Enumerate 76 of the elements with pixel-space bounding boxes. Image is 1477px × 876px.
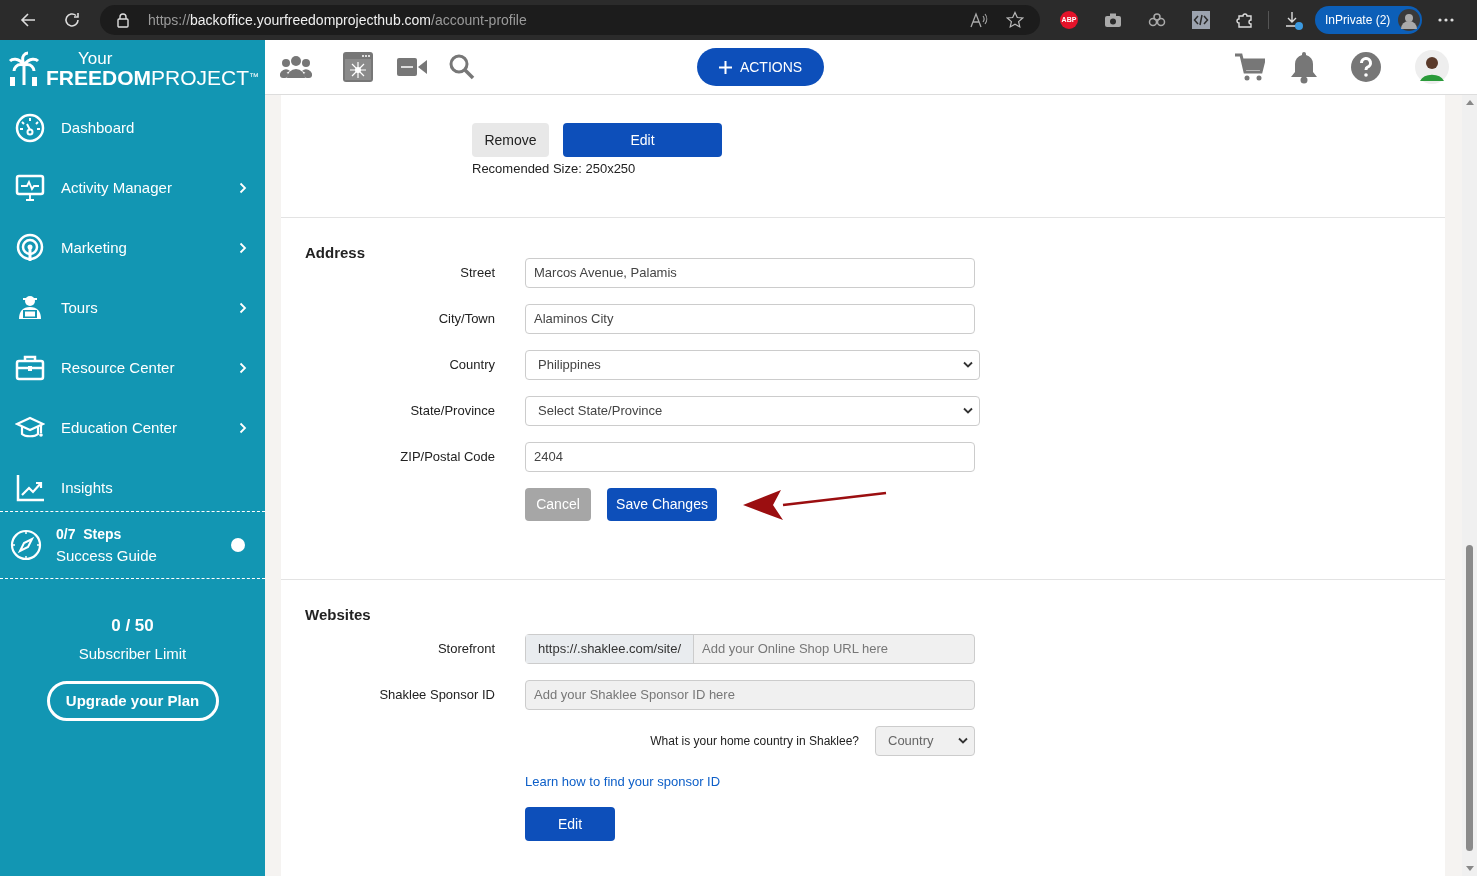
url-prefix: https://.shaklee.com/site/ [526,634,695,663]
network-window-icon[interactable] [343,52,373,82]
star-icon[interactable] [1006,11,1024,29]
chevron-down-icon [963,407,973,414]
help-icon[interactable] [1351,52,1381,82]
country-dropdown[interactable]: Country [875,725,975,756]
palm-tree-logo-icon[interactable] [8,51,40,87]
section-title: Address [305,243,367,263]
plus-icon [718,60,732,74]
field-label: Country [448,355,495,374]
more-icon[interactable] [1438,17,1455,23]
field-label: Street [459,263,495,282]
line-chart-icon [15,473,45,503]
bell-icon[interactable] [1289,50,1319,84]
brand-logo[interactable]: Your FREEDOMPROJECT$^{™}$ [46,50,259,88]
dropdown[interactable]: Philippines [525,349,980,380]
reload-icon[interactable] [62,10,82,30]
chevron-down-icon [958,737,968,744]
profile-avatar-icon [1398,9,1421,31]
field-label: ZIP/Postal Code [399,447,495,466]
scrollbar-thumb[interactable] [1466,545,1473,851]
inprivate-button[interactable]: InPrivate (2) [1315,6,1423,34]
search-icon[interactable] [449,54,475,80]
text-field[interactable]: Marcos Avenue, Palamis [525,257,975,288]
field-label: State/Province [409,401,495,420]
remove-button[interactable]: Remove [472,123,549,157]
success-guide-item[interactable]: 0/7 Steps Success Guide [0,511,265,579]
puzzle-icon[interactable] [1236,11,1254,29]
link-chain-icon[interactable] [1148,13,1166,27]
scroll-up-icon[interactable] [1465,99,1474,105]
text-field[interactable]: Alaminos City [525,303,975,334]
steps-count: 0/7 Steps [56,525,123,544]
url-text: https://backoffice.yourfreedomprojecthub.com/account-profile [148,10,527,30]
camera-icon[interactable] [1104,12,1122,28]
broadcast-icon [15,233,45,263]
sidebar-menu-item[interactable]: Activity Manager [0,158,265,218]
actions-button[interactable]: ACTIONS [697,48,824,86]
sponsor-id-field[interactable]: Add your Shaklee Sponsor ID here [525,679,975,710]
sidebar-menu-item[interactable]: Tours [0,278,265,338]
compass-icon [10,529,42,561]
edit-websites-button[interactable]: Edit [525,807,615,841]
shopping-cart-icon[interactable] [1235,52,1265,82]
storefront-url-field[interactable]: https://.shaklee.com/site/ Add your Online Shop URL here [525,633,975,664]
success-guide-label: Success Guide [56,546,158,566]
dropdown[interactable]: Select State/Province [525,395,980,426]
save-changes-button[interactable]: Save Changes [607,488,717,521]
field-label: City/Town [437,309,495,328]
download-icon[interactable] [1283,10,1303,30]
scrollbar[interactable] [1462,95,1477,876]
subscriber-count: 0 / 50 [111,615,154,637]
sidebar-menu-item[interactable]: Resource Center [0,338,265,398]
upgrade-plan-button[interactable]: Upgrade your Plan [46,681,219,721]
text-field[interactable]: 2404 [525,441,975,472]
lock-icon [116,12,130,28]
subscriber-limit-label: Subscriber Limit [78,643,187,664]
briefcase-icon [15,353,45,383]
people-group-icon[interactable] [280,54,312,80]
monitor-icon [15,173,45,203]
user-avatar-icon[interactable] [1415,50,1449,84]
field-label: Storefront [436,639,495,658]
address-bar[interactable]: https://backoffice.yourfreedomprojecthub.com/account-profile [100,5,1040,35]
gauge-icon [15,113,45,143]
section-title: Websites [305,605,372,625]
sponsor-id-help-link[interactable]: Learn how to find your sponsor ID [525,771,721,791]
chevron-down-icon [963,361,973,368]
field-label: Shaklee Sponsor ID [378,685,495,704]
sidebar-menu-item[interactable]: Marketing [0,218,265,278]
scroll-down-icon[interactable] [1465,866,1474,872]
sidebar-menu-item[interactable]: Education Center [0,398,265,458]
recommended-size-note: Recomended Size: 250x250 [472,160,637,178]
code-icon[interactable] [1192,11,1210,29]
question-label: What is your home country in Shaklee? [650,732,859,750]
sidebar-menu-item[interactable]: Dashboard [0,98,265,158]
read-aloud-icon[interactable] [968,11,988,29]
edit-photo-button[interactable]: Edit [563,123,722,157]
video-camera-icon[interactable] [397,58,427,76]
